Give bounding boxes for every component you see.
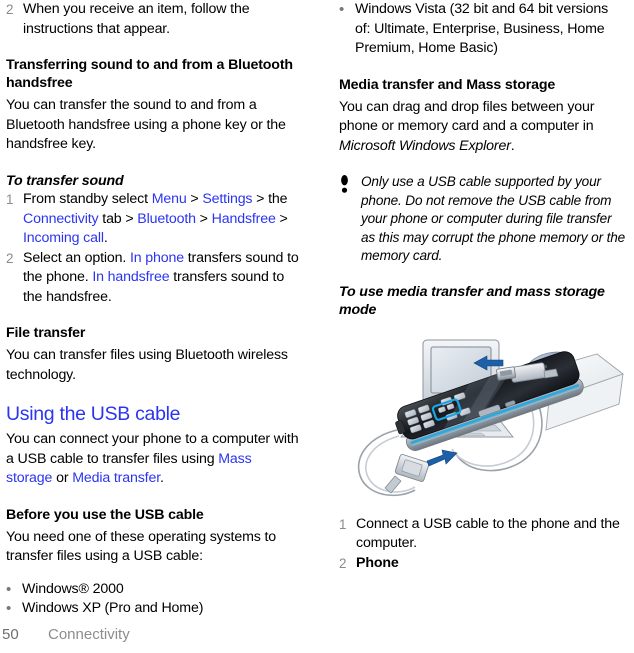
step-number: 2 bbox=[6, 2, 14, 17]
plain-text: or bbox=[52, 470, 73, 486]
plain-text: . bbox=[103, 230, 108, 246]
heading-using-usb-cable: Using the USB cable bbox=[6, 403, 181, 425]
list-item-label: Windows Vista (32 bit and 64 bit version… bbox=[355, 1, 609, 56]
plain-text: You can connect your phone to a computer… bbox=[6, 431, 299, 467]
paragraph-media-transfer: You can drag and drop files between your… bbox=[339, 98, 626, 157]
list-item-label: Windows XP (Pro and Home) bbox=[22, 600, 204, 616]
heading-to-use-media-transfer: To use media transfer and mass storage m… bbox=[339, 283, 605, 319]
heading-to-transfer-sound: To transfer sound bbox=[6, 172, 124, 189]
step-text: From standby select Menu > Settings > th… bbox=[23, 190, 299, 249]
bullet-dot-icon: • bbox=[339, 1, 345, 18]
plain-text: > bbox=[195, 210, 212, 227]
step-text: Select an option. In phone transfers sou… bbox=[23, 249, 299, 308]
ui-path-link[interactable]: Settings bbox=[202, 191, 252, 207]
step-number: 1 bbox=[6, 192, 14, 207]
heading-transferring-sound: Transferring sound to and from a Bluetoo… bbox=[6, 57, 293, 91]
ui-path-link[interactable]: Connectivity bbox=[23, 211, 99, 227]
plain-text: Select an option. bbox=[23, 249, 130, 266]
step-number: 2 bbox=[339, 555, 347, 571]
bullet-dot-icon: • bbox=[6, 580, 12, 598]
phone-usb-computer-illustration bbox=[335, 330, 634, 515]
ui-path-link[interactable]: Media transfer bbox=[72, 470, 160, 486]
heading-before-you-use-usb: Before you use the USB cable bbox=[6, 506, 204, 523]
paragraph-before-you-use-usb: You need one of these operating systems … bbox=[6, 528, 277, 565]
step-number: 2 bbox=[6, 250, 14, 266]
list-item: • Windows Vista (32 bit and 64 bit versio… bbox=[339, 0, 626, 59]
plain-text: From standby select bbox=[23, 191, 152, 207]
ui-path-link[interactable]: Menu bbox=[152, 191, 187, 207]
os-bullet-list-left: • Windows® 2000 • Windows XP (Pro and Home) bbox=[6, 580, 299, 619]
arrow-to-phone bbox=[426, 449, 458, 466]
bullet-dot-icon: • bbox=[6, 600, 12, 617]
page-footer: 50 Connectivity bbox=[0, 626, 634, 643]
left-column: 2 When you receive an item, follow the i… bbox=[0, 0, 317, 617]
list-item: • Windows® 2000 bbox=[6, 580, 299, 600]
plain-text: > the bbox=[252, 191, 288, 207]
paragraph-file-transfer: You can transfer files using Bluetooth w… bbox=[6, 347, 288, 383]
paragraph-using-usb-cable: You can connect your phone to a computer… bbox=[6, 430, 299, 489]
heading-media-transfer-mass-storage: Media transfer and Mass storage bbox=[339, 76, 556, 93]
plain-text: You can drag and drop files between your… bbox=[339, 98, 595, 135]
emphasis-text: Microsoft Windows Explorer bbox=[339, 137, 511, 154]
procedure-step: 2 Select an option. In phone transfers s… bbox=[6, 249, 299, 308]
exclamation-warning-icon bbox=[339, 173, 361, 206]
usb-plug-to-phone bbox=[384, 453, 430, 493]
procedure-step: 1 From standby select Menu > Settings > … bbox=[6, 190, 299, 249]
heading-file-transfer: File transfer bbox=[6, 325, 86, 341]
step-text: Phone bbox=[356, 554, 399, 571]
plain-text: . bbox=[160, 470, 164, 486]
manual-page: 2 When you receive an item, follow the i… bbox=[0, 0, 634, 653]
two-column-body: 2 When you receive an item, follow the i… bbox=[0, 0, 634, 617]
right-column: • Windows Vista (32 bit and 64 bit versio… bbox=[317, 0, 634, 613]
step-text: When you receive an item, follow the ins… bbox=[23, 1, 250, 37]
paragraph-transferring-sound: You can transfer the sound to and from a… bbox=[6, 97, 286, 152]
ui-path-link[interactable]: Bluetooth bbox=[137, 211, 196, 227]
footer-page-number: 50 bbox=[2, 626, 19, 643]
os-bullet-list-right: • Windows Vista (32 bit and 64 bit versio… bbox=[339, 0, 626, 59]
plain-text: tab > bbox=[98, 210, 138, 227]
list-item: • Windows XP (Pro and Home) bbox=[6, 599, 299, 619]
plain-text: . bbox=[510, 137, 515, 154]
step-text: Connect a USB cable to the phone and the… bbox=[356, 515, 620, 552]
procedure-step: 2 Phone bbox=[339, 554, 626, 574]
procedure-step: 1 Connect a USB cable to the phone and t… bbox=[339, 515, 626, 554]
ui-path-link[interactable]: Incoming call bbox=[23, 230, 104, 246]
footer-chapter-name: Connectivity bbox=[48, 626, 130, 643]
warning-note-text: Only use a USB cable supported by your p… bbox=[361, 174, 626, 263]
warning-note: Only use a USB cable supported by your p… bbox=[339, 173, 626, 266]
ui-path-link[interactable]: In phone bbox=[130, 250, 184, 266]
ui-path-link[interactable]: In handsfree bbox=[92, 269, 169, 285]
step-number: 1 bbox=[339, 516, 347, 532]
list-item-label: Windows® 2000 bbox=[22, 580, 124, 597]
plain-text: > bbox=[275, 210, 288, 227]
plain-text: > bbox=[186, 191, 203, 207]
ui-path-link[interactable]: Handsfree bbox=[212, 211, 276, 227]
step-continued: 2 When you receive an item, follow the i… bbox=[6, 0, 299, 39]
